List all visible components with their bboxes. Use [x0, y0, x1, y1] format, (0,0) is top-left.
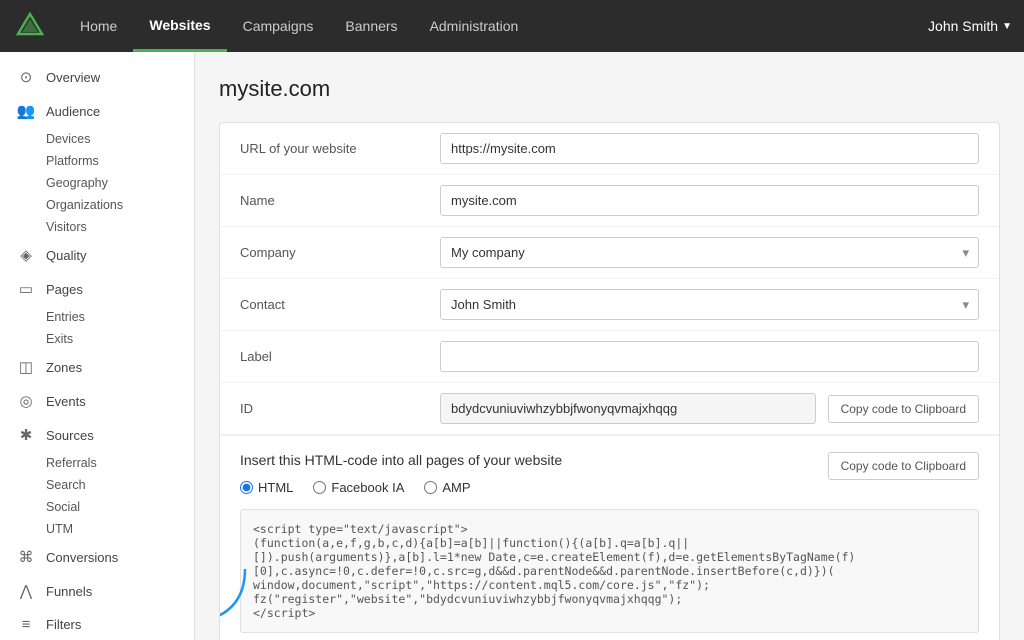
sidebar-item-filters[interactable]: ≡ Filters [0, 608, 194, 640]
id-field: Copy code to Clipboard [440, 393, 979, 424]
nav-websites[interactable]: Websites [133, 0, 226, 52]
sidebar-item-conversions[interactable]: ⌘ Conversions [0, 540, 194, 574]
code-block: <script type="text/javascript"> (functio… [240, 509, 979, 633]
code-section: Insert this HTML-code into all pages of … [220, 435, 999, 640]
name-row: Name [220, 175, 999, 227]
radio-html[interactable]: HTML [240, 480, 293, 495]
company-select[interactable]: My company [440, 237, 979, 268]
conversions-icon: ⌘ [16, 548, 36, 566]
main-content: mysite.com URL of your website Name Comp… [195, 52, 1024, 640]
filters-icon: ≡ [16, 616, 36, 633]
main-nav: Home Websites Campaigns Banners Administ… [64, 0, 928, 52]
events-icon: ◎ [16, 392, 36, 410]
sidebar-sub-platforms[interactable]: Platforms [0, 150, 194, 172]
name-label: Name [240, 193, 440, 208]
nav-administration[interactable]: Administration [414, 0, 535, 52]
nav-home[interactable]: Home [64, 0, 133, 52]
contact-field: John Smith ▾ [440, 289, 979, 320]
logo-icon [12, 8, 48, 44]
sidebar-sub-devices[interactable]: Devices [0, 128, 194, 150]
label-field [440, 341, 979, 372]
radio-group: HTML Facebook IA AMP [240, 480, 562, 495]
user-menu[interactable]: John Smith ▼ [928, 18, 1012, 34]
id-row: ID Copy code to Clipboard [220, 383, 999, 435]
contact-select[interactable]: John Smith [440, 289, 979, 320]
funnels-icon: ⋀ [16, 582, 36, 600]
nav-banners[interactable]: Banners [329, 0, 413, 52]
sidebar-sub-utm[interactable]: UTM [0, 518, 194, 540]
user-name: John Smith [928, 18, 998, 34]
nav-campaigns[interactable]: Campaigns [227, 0, 330, 52]
website-form: URL of your website Name Company My [219, 122, 1000, 640]
sidebar-item-zones[interactable]: ◫ Zones [0, 350, 194, 384]
url-field [440, 133, 979, 164]
contact-label: Contact [240, 297, 440, 312]
sidebar-sub-exits[interactable]: Exits [0, 328, 194, 350]
url-row: URL of your website [220, 123, 999, 175]
sidebar-item-audience[interactable]: 👥 Audience [0, 94, 194, 128]
company-row: Company My company ▾ [220, 227, 999, 279]
sidebar-item-funnels[interactable]: ⋀ Funnels [0, 574, 194, 608]
sidebar-item-pages[interactable]: ▭ Pages [0, 272, 194, 306]
sidebar-sub-entries[interactable]: Entries [0, 306, 194, 328]
sidebar-sub-referrals[interactable]: Referrals [0, 452, 194, 474]
pages-icon: ▭ [16, 280, 36, 298]
name-input[interactable] [440, 185, 979, 216]
sidebar-sub-geography[interactable]: Geography [0, 172, 194, 194]
zones-icon: ◫ [16, 358, 36, 376]
id-input [440, 393, 816, 424]
sidebar-item-quality[interactable]: ◈ Quality [0, 238, 194, 272]
sidebar: ⊙ Overview 👥 Audience Devices Platforms … [0, 52, 195, 640]
company-label: Company [240, 245, 440, 260]
sidebar-sub-organizations[interactable]: Organizations [0, 194, 194, 216]
copy-id-button[interactable]: Copy code to Clipboard [828, 395, 979, 423]
id-label: ID [240, 401, 440, 416]
company-field: My company ▾ [440, 237, 979, 268]
audience-icon: 👥 [16, 102, 36, 120]
name-field [440, 185, 979, 216]
label-input[interactable] [440, 341, 979, 372]
sidebar-item-sources[interactable]: ✱ Sources [0, 418, 194, 452]
radio-amp[interactable]: AMP [424, 480, 470, 495]
sources-icon: ✱ [16, 426, 36, 444]
radio-facebook-ia[interactable]: Facebook IA [313, 480, 404, 495]
label-row: Label [220, 331, 999, 383]
sidebar-sub-search[interactable]: Search [0, 474, 194, 496]
quality-icon: ◈ [16, 246, 36, 264]
overview-icon: ⊙ [16, 68, 36, 86]
chevron-down-icon: ▼ [1002, 21, 1012, 32]
url-label: URL of your website [240, 141, 440, 156]
top-navigation: Home Websites Campaigns Banners Administ… [0, 0, 1024, 52]
code-section-title: Insert this HTML-code into all pages of … [240, 452, 562, 468]
contact-row: Contact John Smith ▾ [220, 279, 999, 331]
sidebar-item-overview[interactable]: ⊙ Overview [0, 60, 194, 94]
page-title: mysite.com [219, 76, 1000, 102]
sidebar-sub-visitors[interactable]: Visitors [0, 216, 194, 238]
sidebar-sub-social[interactable]: Social [0, 496, 194, 518]
copy-code-button[interactable]: Copy code to Clipboard [828, 452, 979, 480]
sidebar-item-events[interactable]: ◎ Events [0, 384, 194, 418]
label-label: Label [240, 349, 440, 364]
url-input[interactable] [440, 133, 979, 164]
